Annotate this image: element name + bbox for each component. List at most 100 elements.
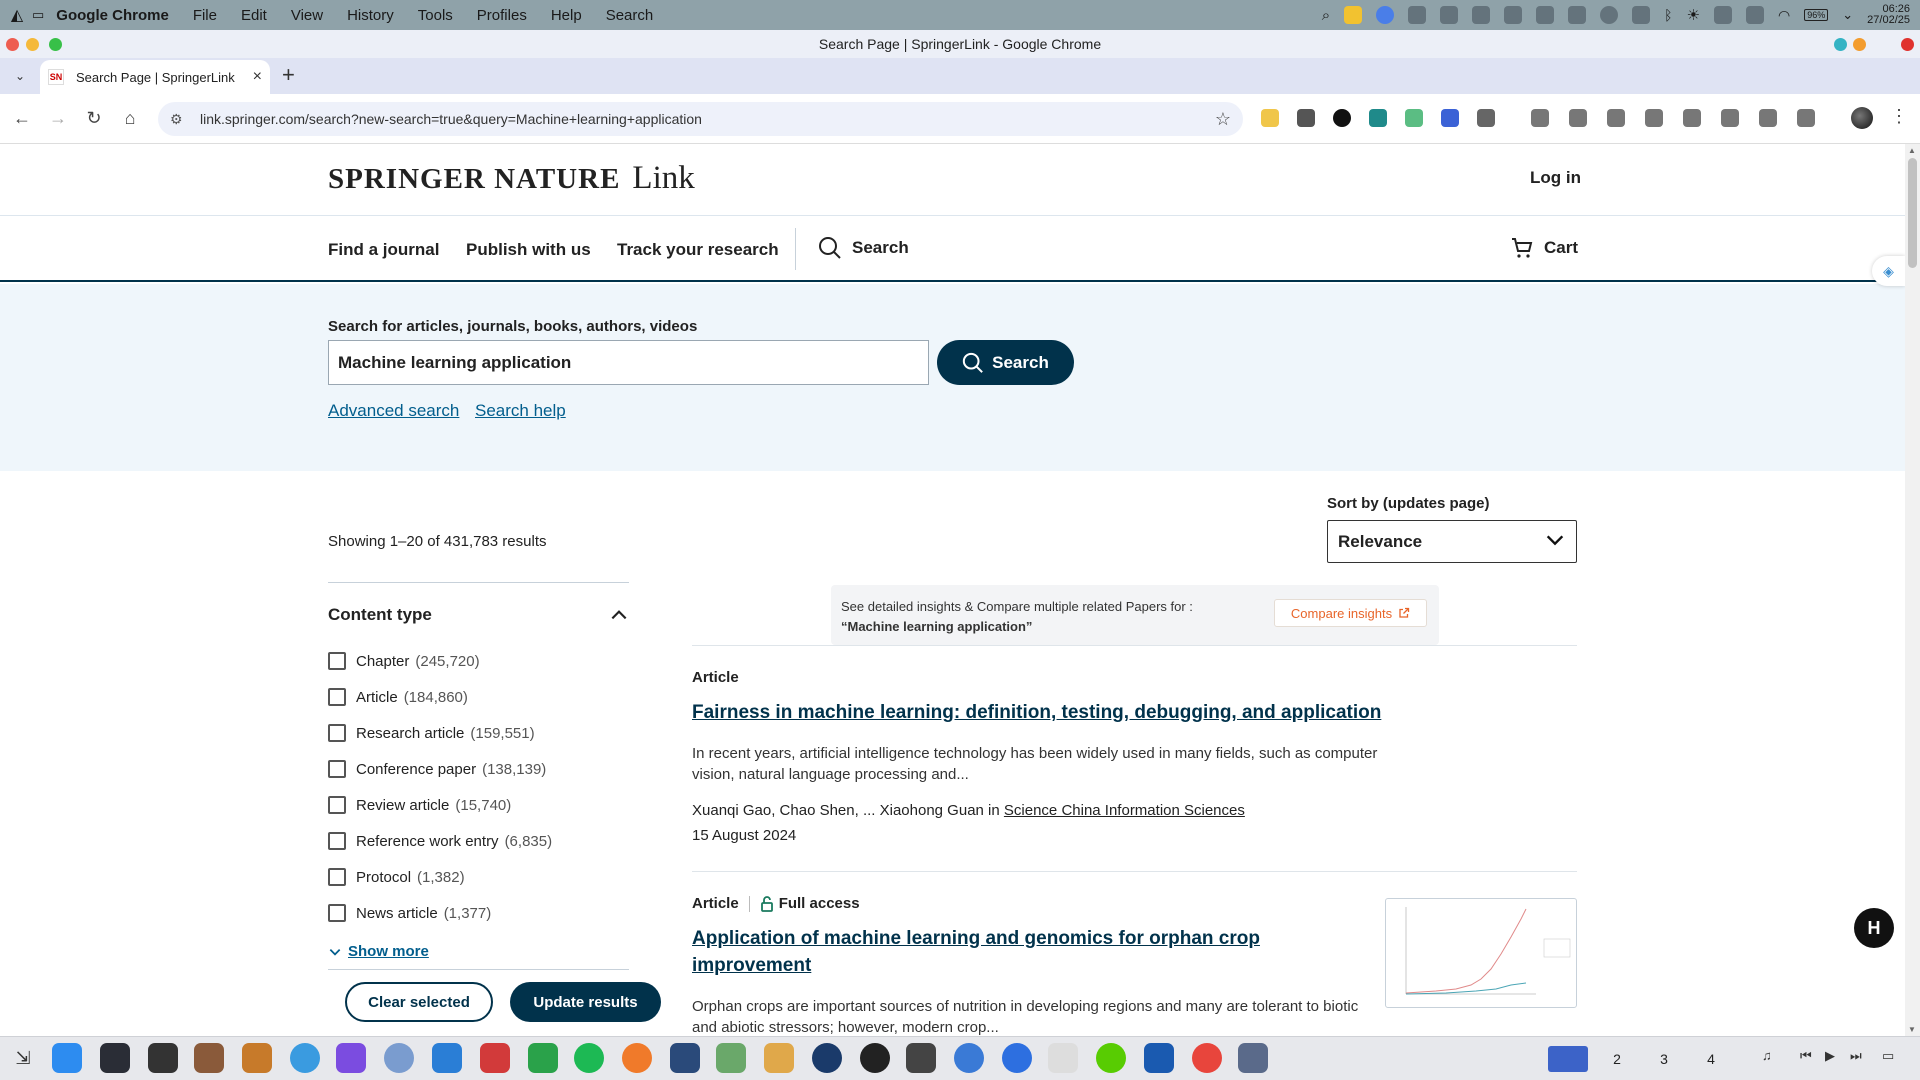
nav-publish[interactable]: Publish with us <box>466 240 591 260</box>
filter-option-chapter[interactable]: Chapter (245,720) <box>328 652 480 670</box>
print-icon[interactable] <box>1569 109 1587 127</box>
checkbox[interactable] <box>328 688 346 706</box>
shell-icon[interactable] <box>148 1043 178 1073</box>
nav-cart[interactable]: Cart <box>1510 236 1578 260</box>
close-tab-icon[interactable]: × <box>253 68 262 86</box>
result-title-link[interactable]: Fairness in machine learning: definition… <box>692 699 1381 726</box>
zoom-icon[interactable] <box>1002 1043 1032 1073</box>
tex-icon[interactable] <box>1238 1043 1268 1073</box>
chrome-status-icon[interactable] <box>1376 6 1395 24</box>
filter-option-article[interactable]: Article (184,860) <box>328 688 468 706</box>
github-icon[interactable] <box>860 1043 890 1073</box>
owl-icon[interactable] <box>1096 1043 1126 1073</box>
clock[interactable]: 06:26 27/02/25 <box>1867 4 1910 26</box>
nav-search[interactable]: Search <box>818 236 909 260</box>
menu-view[interactable]: View <box>291 7 323 24</box>
terminal-icon[interactable] <box>100 1043 130 1073</box>
control-center-icon[interactable]: ⌄ <box>1842 7 1853 23</box>
nav-find-journal[interactable]: Find a journal <box>328 240 439 260</box>
result-title-line[interactable]: Application of machine learning and geno… <box>692 925 1260 952</box>
home-button[interactable]: ⌂ <box>118 108 142 129</box>
checkbox[interactable] <box>328 868 346 886</box>
update-results-button[interactable]: Update results <box>510 982 661 1022</box>
volume-icon[interactable] <box>1632 6 1651 24</box>
vscode-icon[interactable] <box>432 1043 462 1073</box>
menu-search[interactable]: Search <box>606 7 654 24</box>
result-title[interactable]: Fairness in machine learning: definition… <box>692 699 1381 726</box>
checkbox[interactable] <box>328 760 346 778</box>
bluetooth-icon[interactable]: ᛒ <box>1664 7 1672 23</box>
search-button[interactable]: Search <box>937 340 1074 385</box>
puzzle-extension-icon[interactable] <box>1477 109 1495 127</box>
clear-selected-button[interactable]: Clear selected <box>345 982 493 1022</box>
sheets-icon[interactable] <box>528 1043 558 1073</box>
fan-icon[interactable] <box>1472 6 1491 24</box>
link-icon[interactable] <box>1607 109 1625 127</box>
previous-track-icon[interactable]: ⏮ <box>1800 1048 1812 1064</box>
workspace-1[interactable] <box>1548 1046 1588 1072</box>
folder-icon[interactable] <box>1144 1043 1174 1073</box>
chrome-icon[interactable] <box>1192 1043 1222 1073</box>
filter-option-research-article[interactable]: Research article (159,551) <box>328 724 535 742</box>
folder-extension-icon[interactable] <box>1261 109 1279 127</box>
tab-list-button[interactable]: ⌄ <box>8 64 32 88</box>
tab-springerlink[interactable]: SN Search Page | SpringerLink × <box>40 60 270 94</box>
thunderbird-icon[interactable] <box>954 1043 984 1073</box>
menu-app-name[interactable]: Google Chrome <box>56 7 169 24</box>
result-figure-thumbnail[interactable] <box>1385 898 1577 1008</box>
filter-option-review-article[interactable]: Review article (15,740) <box>328 796 511 814</box>
k-extension-icon[interactable] <box>1333 109 1351 127</box>
compare-insights-button[interactable]: Compare insights <box>1274 599 1427 627</box>
code-icon[interactable] <box>1683 109 1701 127</box>
scroll-up-arrow-icon[interactable]: ▲ <box>1908 146 1916 155</box>
window-dot-teal-icon[interactable] <box>1834 38 1847 51</box>
menu-file[interactable]: File <box>193 7 217 24</box>
filter-option-protocol[interactable]: Protocol (1,382) <box>328 868 465 886</box>
window-dot-red-icon[interactable] <box>1901 38 1914 51</box>
memory-icon[interactable] <box>1714 6 1733 24</box>
books-icon[interactable] <box>242 1043 272 1073</box>
show-desktop-icon[interactable]: ▭ <box>1882 1048 1894 1064</box>
sort-select[interactable]: Relevance <box>1327 520 1577 563</box>
close-window-button[interactable] <box>6 38 19 51</box>
sync-icon[interactable] <box>290 1043 320 1073</box>
music-note-icon[interactable]: ♫ <box>1762 1048 1772 1063</box>
play-icon[interactable]: ▶ <box>1825 1048 1835 1064</box>
site-info-icon[interactable]: ⚙ <box>170 111 186 127</box>
disk-icon[interactable] <box>1746 6 1765 24</box>
minimize-window-button[interactable] <box>26 38 39 51</box>
clipboard-icon[interactable] <box>1536 6 1555 24</box>
cloud-icon[interactable] <box>1408 6 1427 24</box>
result-title-line[interactable]: improvement <box>692 952 1260 979</box>
search-input[interactable]: Machine learning application <box>328 340 929 385</box>
checkbox[interactable] <box>328 904 346 922</box>
apple-menu-icon[interactable]: ◭ <box>2 5 32 25</box>
menu-profiles[interactable]: Profiles <box>477 7 527 24</box>
pointer-extension-icon[interactable] <box>1297 109 1315 127</box>
battery-icon[interactable]: 96% <box>1804 9 1829 21</box>
address-bar[interactable]: ⚙ link.springer.com/search?new-search=tr… <box>158 102 1243 136</box>
side-extension-tab[interactable]: ◈ <box>1872 256 1905 286</box>
leaf-extension-icon[interactable] <box>1405 109 1423 127</box>
formula-icon[interactable] <box>1048 1043 1078 1073</box>
trash-icon[interactable] <box>1721 109 1739 127</box>
scroll-down-arrow-icon[interactable]: ▼ <box>1908 1025 1916 1034</box>
reader-icon[interactable] <box>1797 109 1815 127</box>
back-button[interactable]: ← <box>10 108 34 129</box>
spotify-icon[interactable] <box>574 1043 604 1073</box>
translate-icon[interactable] <box>1759 109 1777 127</box>
bookmark-star-icon[interactable]: ☆ <box>1215 109 1231 130</box>
device-icon[interactable] <box>1645 109 1663 127</box>
workspace-3[interactable]: 3 <box>1644 1046 1684 1072</box>
checkbox[interactable] <box>328 796 346 814</box>
zotero-icon[interactable] <box>480 1043 510 1073</box>
firefox-icon[interactable] <box>622 1043 652 1073</box>
springer-nature-link-logo[interactable]: SPRINGER NATURE Link <box>328 160 695 197</box>
next-track-icon[interactable]: ⏭ <box>1850 1048 1862 1064</box>
checkbox[interactable] <box>328 652 346 670</box>
zoom-window-button[interactable] <box>49 38 62 51</box>
show-more-link[interactable]: Show more <box>328 943 429 960</box>
advanced-search-link[interactable]: Advanced search <box>328 401 459 421</box>
app-icon[interactable] <box>670 1043 700 1073</box>
nav-track-research[interactable]: Track your research <box>617 240 779 260</box>
